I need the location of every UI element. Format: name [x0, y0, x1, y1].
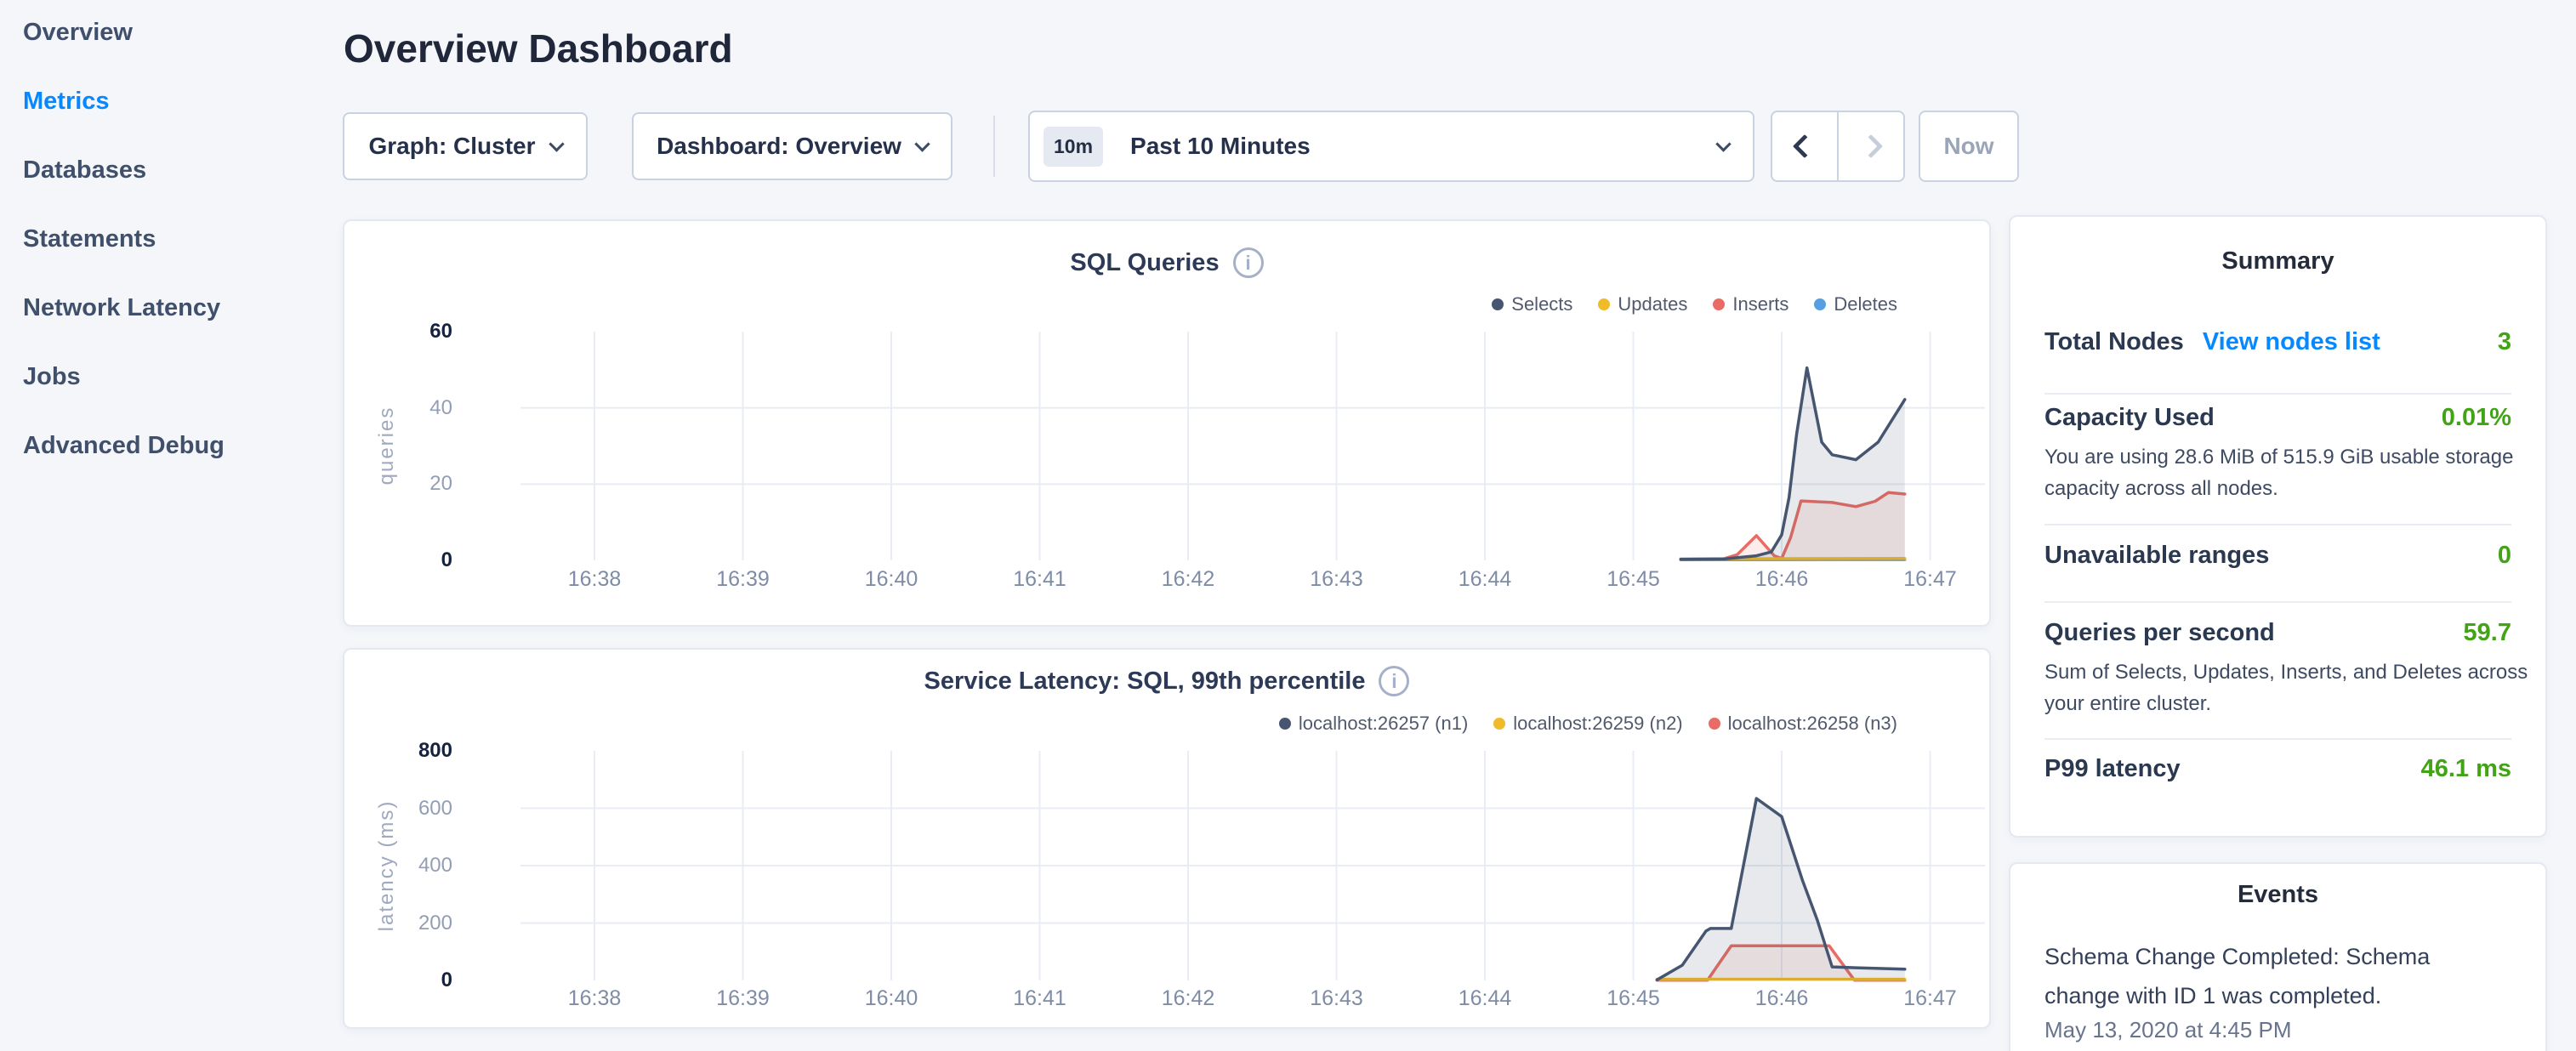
events-title: Events	[2010, 881, 2545, 909]
chart-plot-area	[344, 650, 1993, 1031]
x-axis-label: 16:46	[1726, 565, 1837, 594]
graph-dropdown-label: Graph: Cluster	[368, 133, 535, 160]
dashboard-dropdown-label: Dashboard: Overview	[657, 133, 901, 160]
graph-dropdown[interactable]: Graph: Cluster	[343, 112, 588, 180]
now-button[interactable]: Now	[1919, 111, 2019, 182]
queries-per-second-label: Queries per second	[2044, 619, 2275, 646]
now-button-label: Now	[1943, 133, 1993, 160]
x-axis-label: 16:44	[1430, 984, 1540, 1013]
x-axis-label: 16:45	[1578, 565, 1689, 594]
sidebar-item-overview[interactable]: Overview	[23, 19, 133, 47]
p99-latency-label: P99 latency	[2044, 755, 2181, 782]
sidebar-item-statements[interactable]: Statements	[23, 225, 156, 253]
controls-divider	[993, 116, 995, 177]
summary-title: Summary	[2010, 247, 2545, 276]
p99-latency-value: 46.1 ms	[2421, 755, 2511, 783]
summary-row-p99: P99 latency 46.1 ms	[2044, 755, 2511, 793]
x-axis-label: 16:44	[1430, 565, 1540, 594]
chevron-down-icon	[1715, 136, 1731, 151]
unavailable-ranges-label: Unavailable ranges	[2044, 542, 2269, 569]
sql-queries-chart-card: SQL QueriesiSelectsUpdatesInsertsDeletes…	[343, 219, 1991, 627]
view-nodes-list-link[interactable]: View nodes list	[2203, 328, 2380, 355]
event-message: Schema Change Completed: Schema change w…	[2044, 937, 2453, 1015]
summary-divider	[2044, 738, 2511, 740]
y-axis-unit-label: latency (ms)	[375, 759, 399, 972]
x-axis-label: 16:41	[985, 565, 1095, 594]
service-latency-chart-card: Service Latency: SQL, 99th percentileilo…	[343, 648, 1991, 1029]
x-axis-label: 16:43	[1282, 565, 1392, 594]
time-range-dropdown[interactable]: 10m Past 10 Minutes	[1028, 111, 1754, 182]
sidebar-item-metrics[interactable]: Metrics	[23, 88, 110, 116]
page-title: Overview Dashboard	[344, 26, 733, 71]
x-axis-label: 16:42	[1133, 565, 1243, 594]
qps-description: Sum of Selects, Updates, Inserts, and De…	[2044, 656, 2538, 719]
total-nodes-value: 3	[2498, 328, 2511, 356]
summary-divider	[2044, 524, 2511, 526]
summary-row-unavailable: Unavailable ranges 0	[2044, 542, 2511, 579]
x-axis-label: 16:43	[1282, 984, 1392, 1013]
time-step-buttons	[1771, 111, 1905, 182]
capacity-used-description: You are using 28.6 MiB of 515.9 GiB usab…	[2044, 441, 2538, 504]
sidebar-item-jobs[interactable]: Jobs	[23, 363, 81, 391]
summary-row-qps: Queries per second 59.7	[2044, 619, 2511, 656]
x-axis-label: 16:38	[539, 984, 650, 1013]
summary-divider	[2044, 393, 2511, 395]
sidebar-item-network-latency[interactable]: Network Latency	[23, 294, 220, 322]
x-axis-label: 16:47	[1875, 984, 1986, 1013]
sidebar-item-databases[interactable]: Databases	[23, 156, 146, 185]
x-axis-label: 16:47	[1875, 565, 1986, 594]
events-panel: Events Schema Change Completed: Schema c…	[2009, 862, 2547, 1051]
x-axis-label: 16:46	[1726, 984, 1837, 1013]
x-axis-label: 16:42	[1133, 984, 1243, 1013]
queries-per-second-value: 59.7	[2464, 619, 2511, 647]
event-timestamp: May 13, 2020 at 4:45 PM	[2044, 1017, 2292, 1042]
summary-divider	[2044, 601, 2511, 603]
chevron-left-icon	[1793, 134, 1817, 158]
chevron-down-icon	[549, 136, 564, 151]
y-axis-unit-label: queries	[375, 339, 399, 552]
chevron-down-icon	[914, 136, 930, 151]
total-nodes-label: Total Nodes	[2044, 328, 2184, 355]
x-axis-label: 16:40	[836, 565, 947, 594]
x-axis-label: 16:41	[985, 984, 1095, 1013]
unavailable-ranges-value: 0	[2498, 542, 2511, 570]
time-range-badge: 10m	[1043, 127, 1103, 167]
x-axis-label: 16:38	[539, 565, 650, 594]
sidebar-item-advanced-debug[interactable]: Advanced Debug	[23, 432, 225, 460]
x-axis-label: 16:45	[1578, 984, 1689, 1013]
summary-row-total-nodes: Total Nodes View nodes list 3	[2044, 328, 2511, 366]
x-axis-label: 16:40	[836, 984, 947, 1013]
step-forward-button[interactable]	[1839, 112, 1903, 180]
summary-panel: Summary Total Nodes View nodes list 3 Cap…	[2009, 215, 2547, 838]
capacity-used-label: Capacity Used	[2044, 404, 2215, 431]
time-range-label: Past 10 Minutes	[1130, 133, 1311, 160]
x-axis-label: 16:39	[688, 984, 799, 1013]
capacity-used-value: 0.01%	[2442, 404, 2511, 432]
summary-row-capacity: Capacity Used 0.01%	[2044, 404, 2511, 441]
step-back-button[interactable]	[1772, 112, 1837, 180]
dashboard-dropdown[interactable]: Dashboard: Overview	[632, 112, 952, 180]
x-axis-label: 16:39	[688, 565, 799, 594]
chevron-right-icon	[1859, 134, 1883, 158]
